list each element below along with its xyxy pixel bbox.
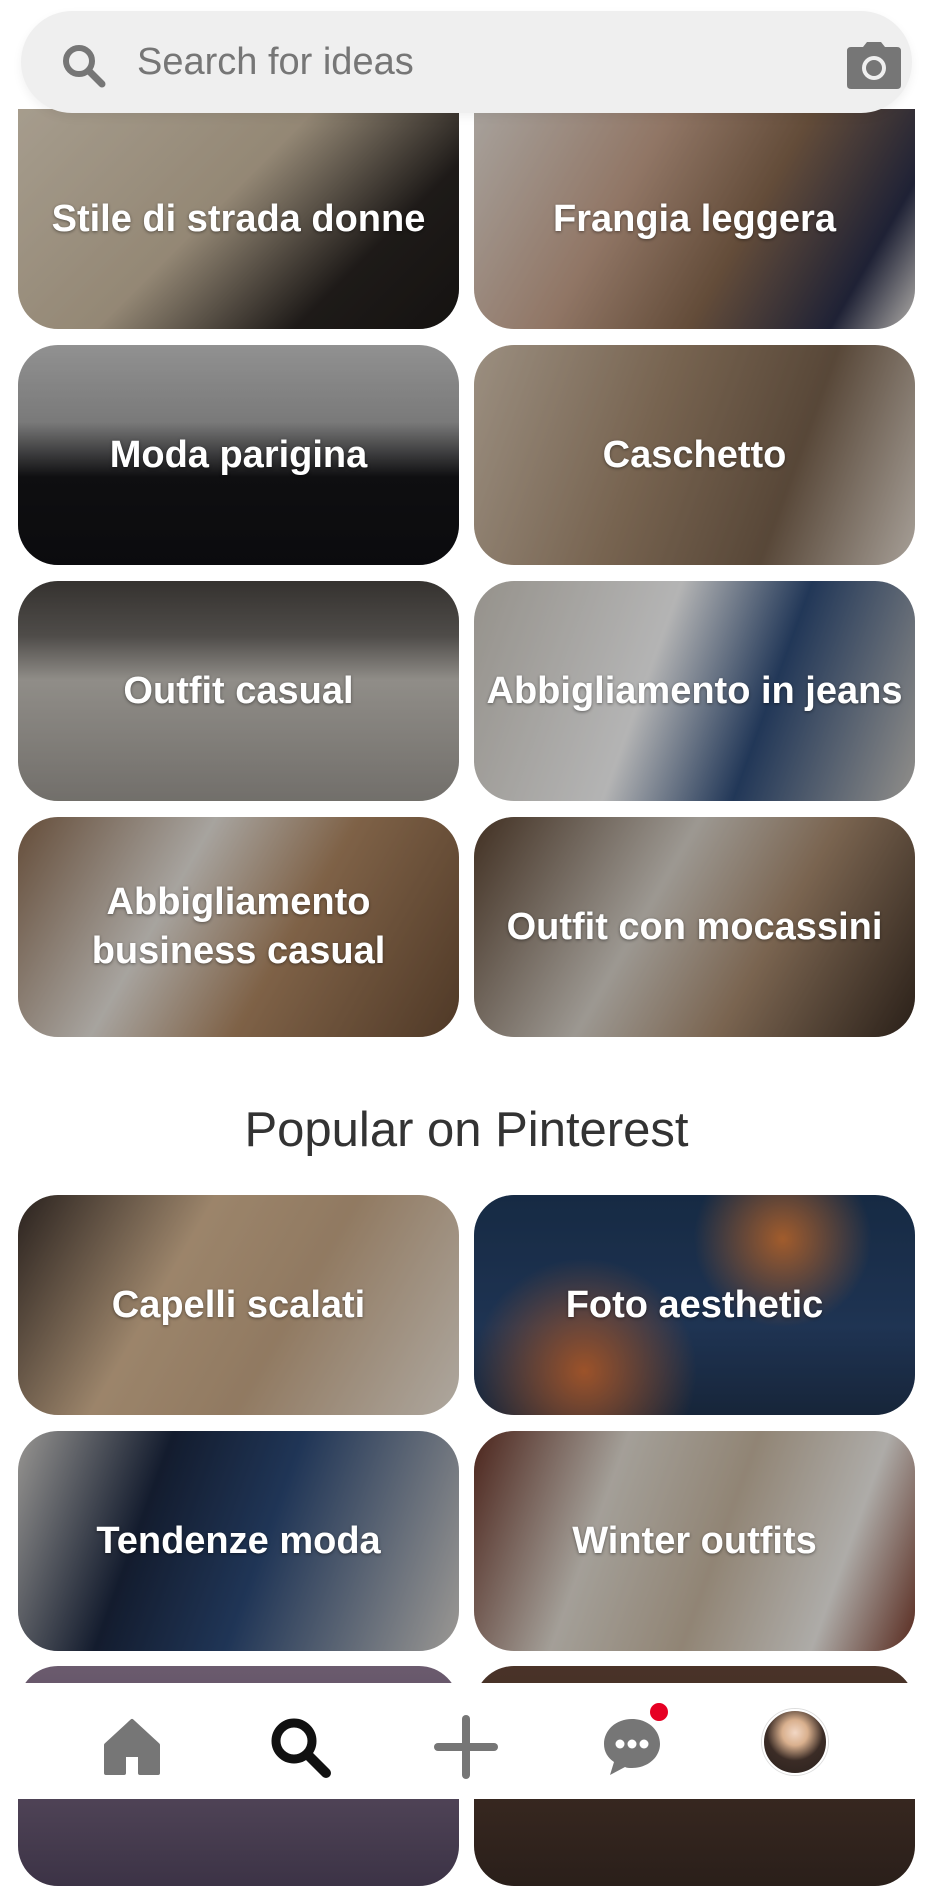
popular-tile-label: Capelli scalati: [111, 1283, 366, 1326]
search-bar[interactable]: [21, 11, 912, 113]
idea-tile[interactable]: Outfit casual: [18, 581, 459, 801]
idea-tile-label: Abbigliamento in jeans: [486, 669, 903, 712]
idea-tile[interactable]: Abbigliamento business casual: [18, 817, 459, 1037]
avatar: [762, 1709, 828, 1775]
home-icon[interactable]: [96, 1711, 168, 1783]
idea-tile[interactable]: Frangia leggera: [474, 109, 915, 329]
popular-tile-label: Winter outfits: [572, 1519, 817, 1562]
idea-tile[interactable]: Stile di strada donne: [18, 109, 459, 329]
idea-tile-label: Stile di strada donne: [51, 197, 426, 240]
idea-tile[interactable]: Abbigliamento in jeans: [474, 581, 915, 801]
popular-tile-label: Tendenze moda: [96, 1519, 381, 1562]
bottom-nav: [0, 1683, 933, 1799]
profile-avatar[interactable]: [762, 1709, 828, 1775]
popular-tile[interactable]: Tendenze moda: [18, 1431, 459, 1651]
idea-tile[interactable]: Caschetto: [474, 345, 915, 565]
popular-tile[interactable]: Capelli scalati: [18, 1195, 459, 1415]
idea-tile-label: Caschetto: [602, 433, 787, 476]
section-title: Popular on Pinterest: [244, 1103, 689, 1157]
camera-icon[interactable]: [845, 41, 903, 91]
popular-tile[interactable]: Foto aesthetic: [474, 1195, 915, 1415]
search-input[interactable]: [137, 35, 797, 89]
idea-tile[interactable]: Moda parigina: [18, 345, 459, 565]
idea-tile[interactable]: Outfit con mocassini: [474, 817, 915, 1037]
search-icon[interactable]: [264, 1711, 336, 1783]
idea-tile-label: Outfit casual: [123, 669, 354, 712]
popular-tile[interactable]: Winter outfits: [474, 1431, 915, 1651]
notification-dot: [648, 1701, 670, 1723]
idea-tile-label: Moda parigina: [109, 433, 368, 476]
plus-icon[interactable]: [430, 1711, 502, 1783]
idea-tile-label: Frangia leggera: [553, 197, 836, 240]
idea-tile-label: Abbigliamento business casual: [91, 881, 386, 972]
idea-tile-label: Outfit con mocassini: [506, 905, 883, 948]
search-icon: [59, 41, 107, 89]
popular-tile-label: Foto aesthetic: [565, 1283, 824, 1326]
